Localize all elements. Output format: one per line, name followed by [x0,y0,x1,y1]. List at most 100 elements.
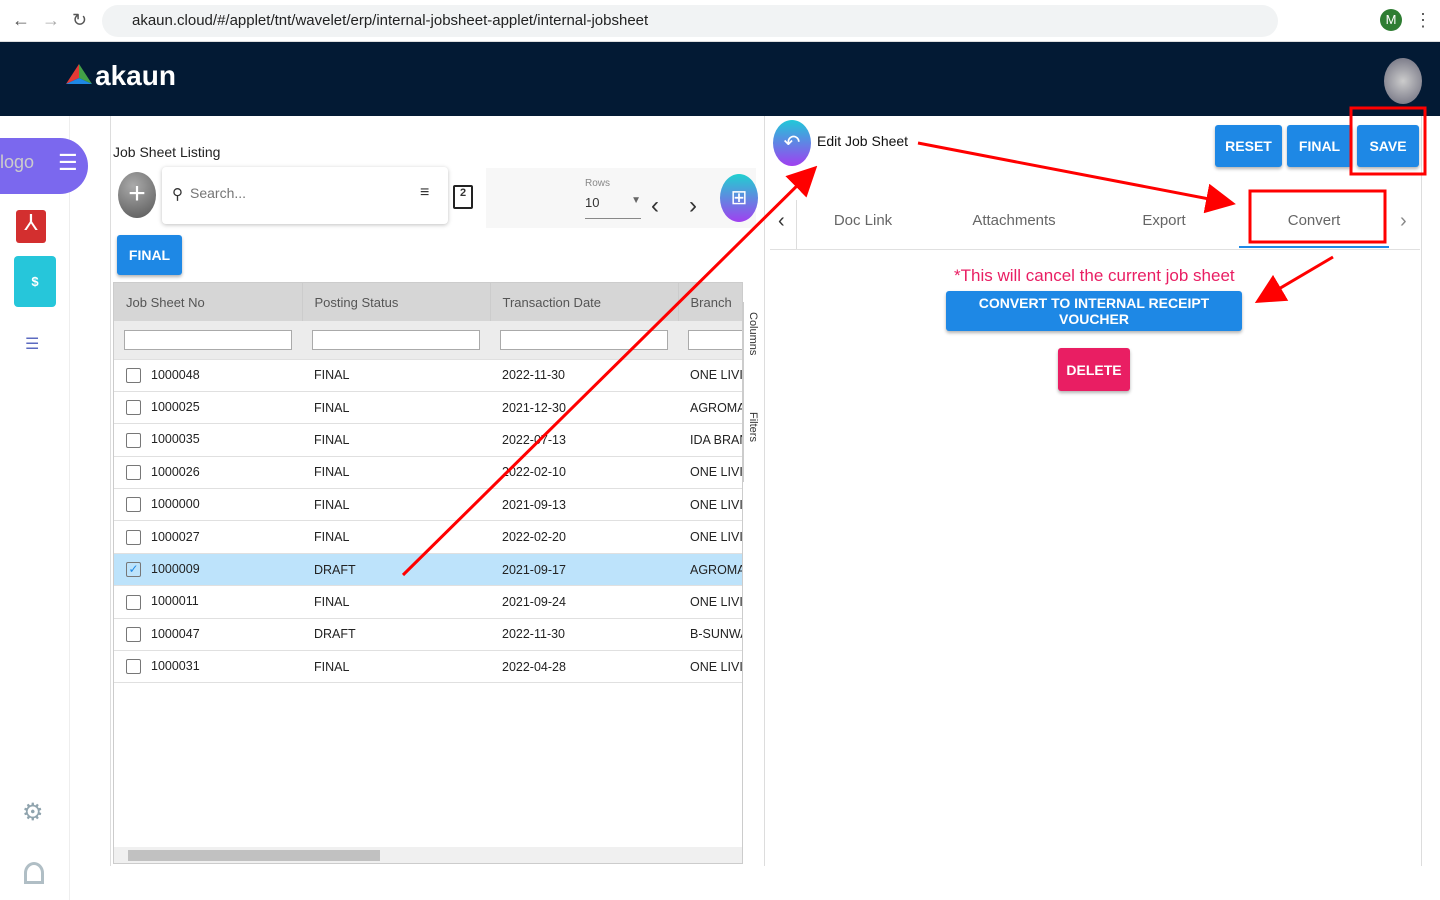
profile-avatar[interactable]: M [1380,9,1402,31]
convert-button[interactable]: CONVERT TO INTERNAL RECEIPT VOUCHER [946,291,1242,331]
filters-tab[interactable]: Filters [747,412,759,442]
posting-status: FINAL [302,488,490,522]
filter-icon[interactable]: ≡ [420,184,429,202]
branch: ONE LIVING [678,650,742,684]
table-row[interactable]: 1000011 FINAL 2021-09-24 ONE LIVING [114,585,742,619]
filter-job-sheet-no[interactable] [124,329,292,350]
add-button[interactable]: + [118,172,156,218]
search-input[interactable] [190,185,390,201]
table-row[interactable]: 1000027 FINAL 2022-02-20 ONE LIVING [114,520,742,554]
scrollbar-thumb[interactable] [128,850,380,861]
job-sheet-no: 1000048 [151,367,200,382]
job-sheet-no: 1000009 [151,561,200,576]
settings-icon[interactable]: ⚙ [22,798,44,827]
user-avatar[interactable] [1384,58,1422,104]
transaction-date: 2021-09-13 [490,488,678,522]
reset-button[interactable]: RESET [1215,125,1282,167]
posting-status: DRAFT [302,553,490,587]
url-text: akaun.cloud/#/applet/tnt/wavelet/erp/int… [132,12,649,29]
job-sheet-no: 1000025 [151,399,200,414]
forward-icon[interactable]: → [42,10,60,31]
edit-job-sheet-panel: ↶ Edit Job Sheet RESET FINAL SAVE ‹ Doc … [766,116,1422,866]
rows-value: 10 [585,195,600,210]
filter-branch[interactable] [688,329,742,350]
delete-button[interactable]: DELETE [1058,348,1130,391]
rows-label: Rows [585,178,611,189]
column-header-job-sheet-no[interactable]: Job Sheet No [114,283,303,321]
search-icon: ⚲ [172,186,183,203]
row-checkbox[interactable] [126,367,141,383]
tab-convert[interactable]: Convert [1239,212,1389,248]
final-filter-button[interactable]: FINAL [117,235,182,275]
invoice-app-icon[interactable]: $ [14,256,56,307]
akaun-logo-icon [66,64,92,84]
transaction-date: 2022-04-28 [490,650,678,684]
branch: AGROMART [678,553,742,587]
reload-icon[interactable]: ↻ [72,10,87,31]
row-checkbox[interactable] [126,497,141,513]
branch: IDA BRANCH [678,423,742,457]
next-page-icon[interactable]: › [689,192,697,220]
menu-toggle-icon[interactable]: ☰ [58,150,78,176]
filter-transaction-date[interactable] [500,329,668,350]
row-checkbox[interactable]: ✓ [126,562,141,578]
copy-icon[interactable]: 2 [453,185,473,209]
tab-scroll-left-icon[interactable]: ‹ [778,210,785,233]
tab-scroll-right-icon[interactable]: › [1400,210,1407,233]
table-row[interactable]: 1000025 FINAL 2021-12-30 AGROMART [114,391,742,425]
pagination-bar: Rows 10 ▼ ‹ › ⊞ [486,168,758,228]
back-button[interactable]: ↶ [773,120,811,166]
row-checkbox[interactable] [126,659,141,675]
tab-doc-link[interactable]: Doc Link [788,212,938,229]
row-checkbox[interactable] [126,626,141,642]
posting-status: DRAFT [302,618,490,652]
posting-status: FINAL [302,391,490,425]
row-checkbox[interactable] [126,594,141,610]
save-button[interactable]: SAVE [1357,125,1419,167]
table-row[interactable]: 1000031 FINAL 2022-04-28 ONE LIVING [114,650,742,684]
tab-export[interactable]: Export [1089,212,1239,229]
dropdown-icon: ▼ [631,195,641,206]
row-checkbox[interactable] [126,432,141,448]
row-checkbox[interactable] [126,400,141,416]
job-sheet-table: Job Sheet No Posting Status Transaction … [113,282,743,864]
posting-status: FINAL [302,585,490,619]
branch: ONE LIVING [678,456,742,490]
prev-page-icon[interactable]: ‹ [651,192,659,220]
table-row[interactable]: 1000048 FINAL 2022-11-30 ONE LIVING [114,359,742,392]
table-row[interactable]: ✓ 1000009 DRAFT 2021-09-17 AGROMART [114,553,742,587]
back-icon[interactable]: ← [12,10,30,31]
menu-icon[interactable]: ⋮ [1414,10,1432,31]
branch: ONE LIVING [678,520,742,554]
branch: ONE LIVING [678,488,742,522]
user-icon[interactable] [24,862,44,884]
list-icon[interactable]: ☰ [25,334,39,354]
table-row[interactable]: 1000035 FINAL 2022-07-13 IDA BRANCH [114,423,742,457]
sidebar-logo[interactable]: logo ☰ [0,138,88,194]
column-header-posting-status[interactable]: Posting Status [302,283,491,321]
table-row[interactable]: 1000026 FINAL 2022-02-10 ONE LIVING [114,456,742,490]
grid-view-icon[interactable]: ⊞ [720,174,758,222]
job-sheet-listing-panel: Job Sheet Listing + ⚲ ≡ 2 Rows 10 ▼ ‹ › ⊞… [110,116,765,866]
row-checkbox[interactable] [126,529,141,545]
side-tool-panel: Columns Filters [743,302,763,482]
address-bar[interactable]: akaun.cloud/#/applet/tnt/wavelet/erp/int… [102,5,1278,37]
row-checkbox[interactable] [126,464,141,480]
filter-posting-status[interactable] [312,329,480,350]
transaction-date: 2022-02-20 [490,520,678,554]
brand-logo[interactable]: akaun [66,60,176,92]
job-sheet-no: 1000011 [151,594,199,609]
branch: AGROMART [678,391,742,425]
table-row[interactable]: 1000047 DRAFT 2022-11-30 B-SUNWAY [114,618,742,652]
table-row[interactable]: 1000000 FINAL 2021-09-13 ONE LIVING [114,488,742,522]
columns-tab[interactable]: Columns [747,312,759,355]
cancel-warning: *This will cancel the current job sheet [954,266,1235,285]
column-header-branch[interactable]: Branch [678,283,742,321]
column-header-transaction-date[interactable]: Transaction Date [490,283,679,321]
final-button[interactable]: FINAL [1287,125,1352,167]
pdf-app-icon[interactable]: ⅄ [16,210,46,243]
tab-attachments[interactable]: Attachments [939,212,1089,229]
posting-status: FINAL [302,359,490,392]
horizontal-scrollbar[interactable] [114,847,742,863]
rows-select[interactable]: 10 ▼ [585,195,641,219]
